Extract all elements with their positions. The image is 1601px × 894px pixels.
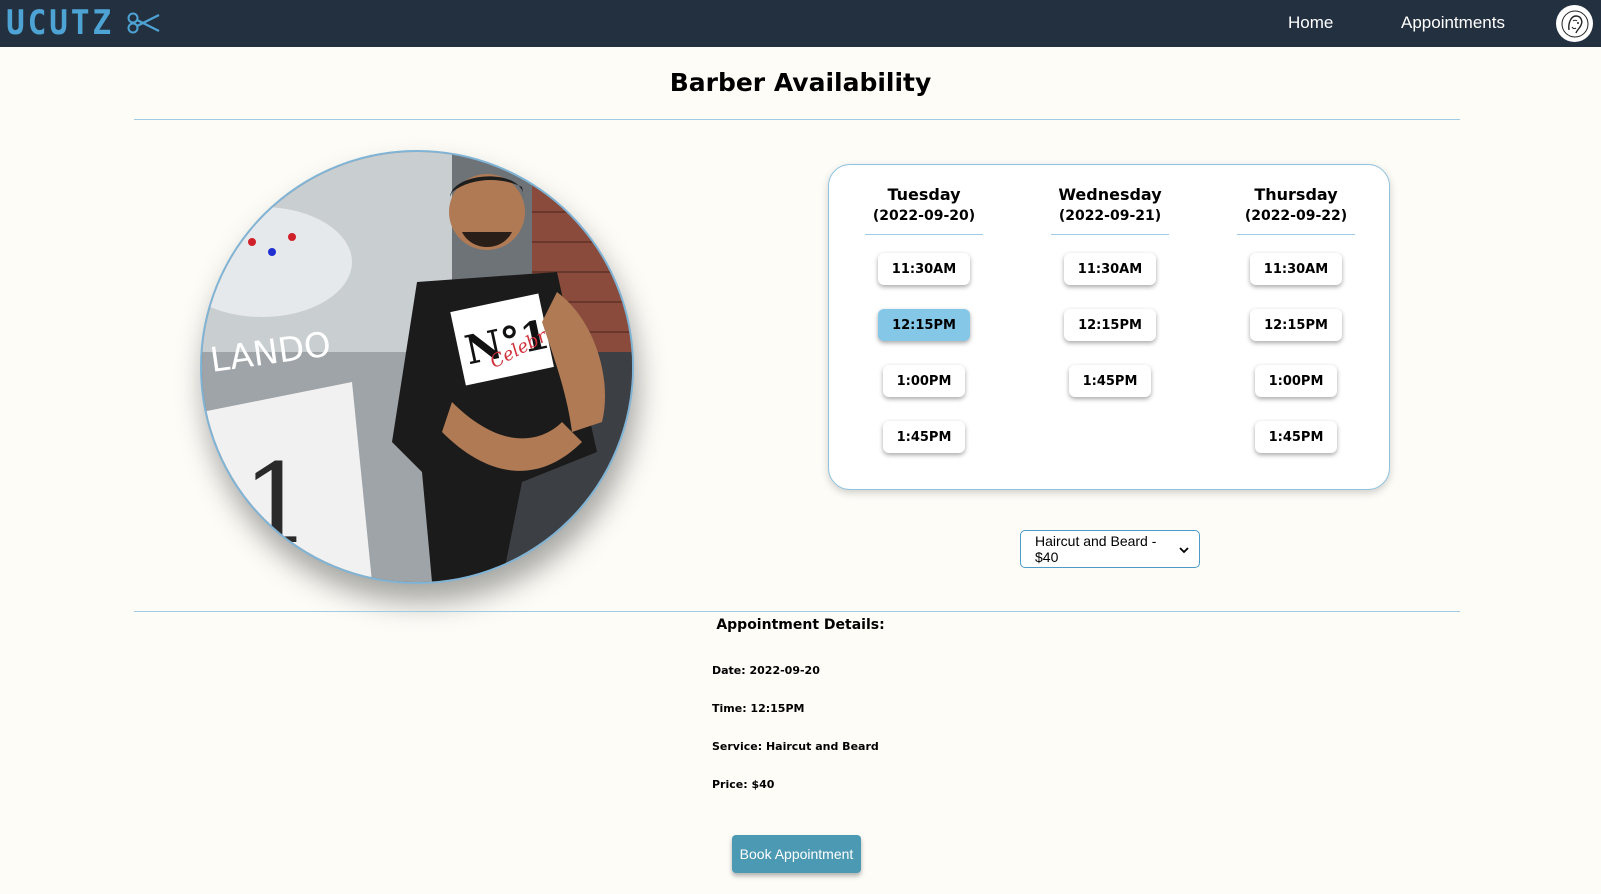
detail-service: Service: Haircut and Beard [712,740,879,753]
logo-text: UCUTZ [6,3,114,43]
day-date: (2022-09-22) [1244,208,1348,224]
nav-home-link[interactable]: Home [1288,13,1333,33]
chevron-down-icon [1179,541,1189,557]
book-appointment-button[interactable]: Book Appointment [732,835,861,873]
day-name: Wednesday [1058,185,1162,204]
time-slot-button[interactable]: 1:00PM [1254,365,1338,397]
availability-card: Tuesday (2022-09-20) 11:30AM 12:15PM 1:0… [828,164,1390,490]
time-slot-button-selected[interactable]: 12:15PM [878,309,970,341]
day-divider [1051,234,1169,235]
scissors-icon [127,11,161,35]
day-date: (2022-09-21) [1058,208,1162,224]
logo[interactable]: UCUTZ [6,2,161,44]
divider-top [134,119,1460,120]
day-column-thursday: Thursday (2022-09-22) 11:30AM 12:15PM 1:… [1201,165,1391,453]
time-slot-button[interactable]: 12:15PM [1250,309,1342,341]
time-slot-button[interactable]: 1:45PM [1068,365,1152,397]
time-slot-button[interactable]: 12:15PM [1064,309,1156,341]
barber-photo: 1 LANDO N°1 Celebrity [200,150,634,584]
divider-bottom [134,611,1460,612]
day-column-wednesday: Wednesday (2022-09-21) 11:30AM 12:15PM 1… [1015,165,1205,397]
time-slot-button[interactable]: 1:45PM [1254,421,1338,453]
day-column-tuesday: Tuesday (2022-09-20) 11:30AM 12:15PM 1:0… [829,165,1019,453]
time-slot-button[interactable]: 11:30AM [877,253,971,285]
day-divider [865,234,983,235]
nav-appointments-link[interactable]: Appointments [1401,13,1505,33]
detail-date: Date: 2022-09-20 [712,664,820,677]
svg-text:1: 1 [242,440,312,568]
appointment-details-title: Appointment Details: [716,617,885,633]
day-divider [1237,234,1355,235]
page-title: Barber Availability [669,68,932,97]
service-select[interactable]: Haircut and Beard - $40 [1020,530,1200,568]
day-name: Tuesday [887,185,961,204]
detail-time: Time: 12:15PM [712,702,805,715]
day-name: Thursday [1254,185,1338,204]
time-slot-button[interactable]: 1:45PM [882,421,966,453]
navbar: UCUTZ Home Appointments [0,0,1601,47]
day-date: (2022-09-20) [872,208,976,224]
time-slot-button[interactable]: 1:00PM [882,365,966,397]
service-select-value: Haircut and Beard - $40 [1035,533,1157,565]
detail-price: Price: $40 [712,778,775,791]
time-slot-button[interactable]: 11:30AM [1063,253,1157,285]
user-avatar[interactable] [1556,5,1593,42]
time-slot-button[interactable]: 11:30AM [1249,253,1343,285]
